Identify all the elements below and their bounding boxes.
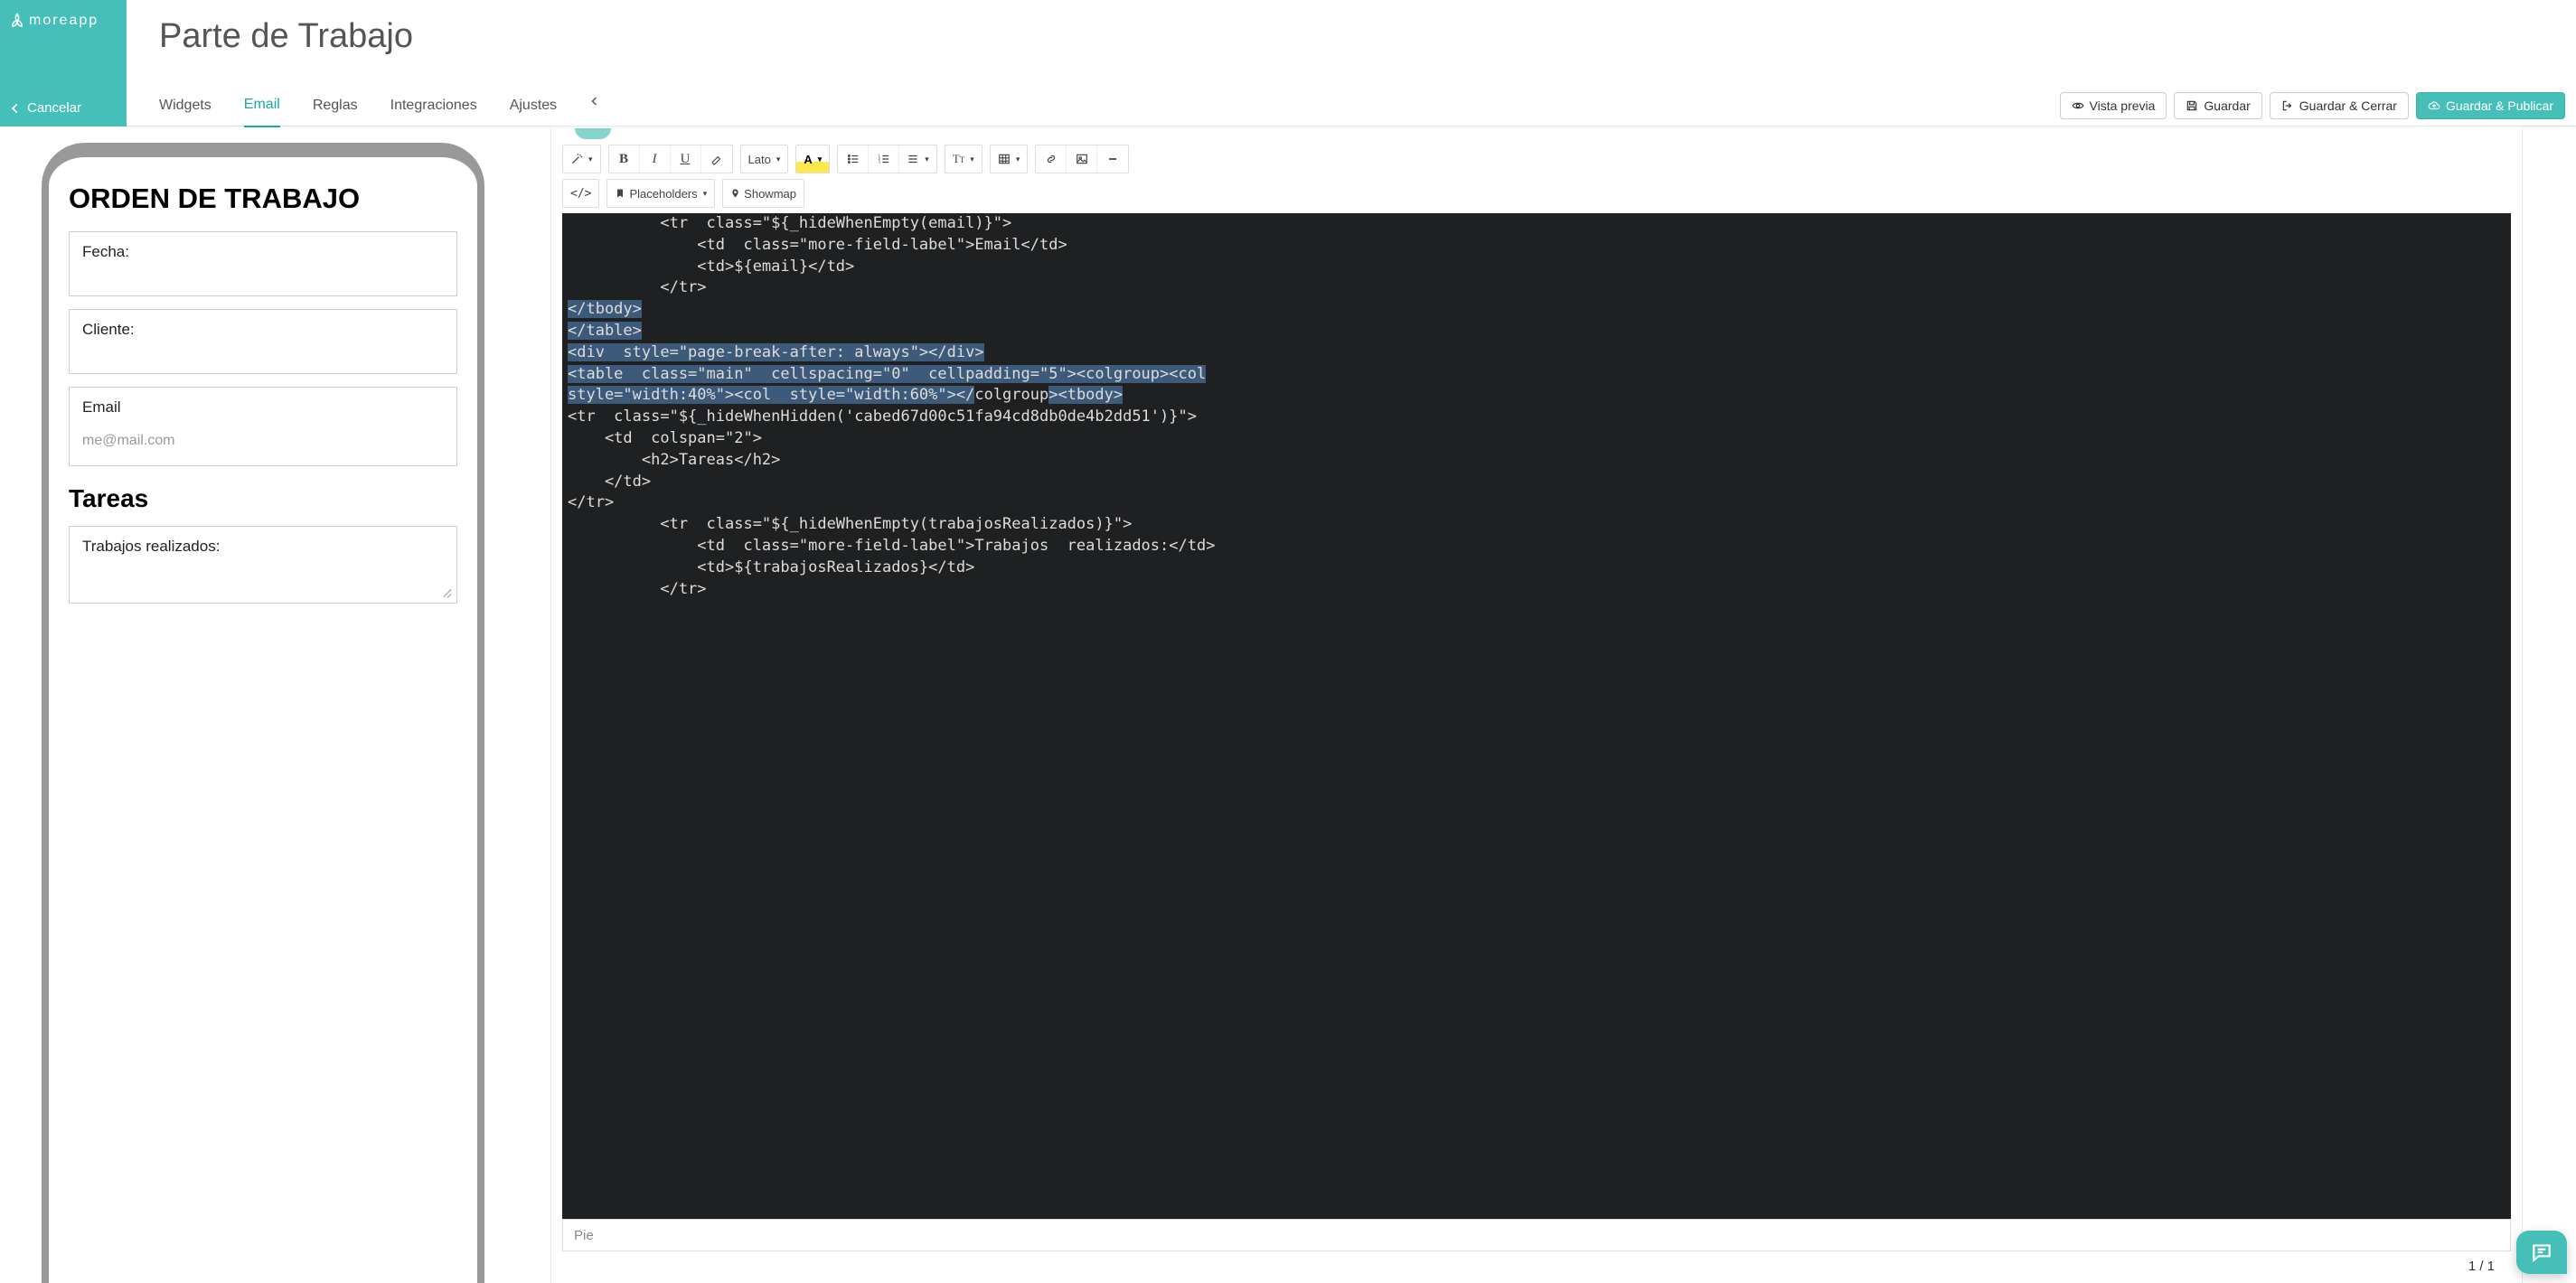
bookmark-icon: [615, 188, 625, 199]
underline-button[interactable]: U: [671, 145, 701, 173]
nav-tabs: Widgets Email Reglas Integraciones Ajust…: [159, 90, 600, 121]
resize-grip-icon[interactable]: [440, 586, 451, 597]
preview-button[interactable]: Vista previa: [2060, 92, 2167, 119]
tab-widgets[interactable]: Widgets: [159, 98, 212, 126]
footer-placeholder: Pie: [574, 1228, 594, 1243]
tab-email[interactable]: Email: [244, 97, 280, 127]
arrow-left-icon: [9, 102, 22, 115]
chat-icon: [2530, 1241, 2553, 1264]
svg-text:3: 3: [878, 160, 880, 164]
editor-page: ▾ B I U Lato▾: [551, 126, 2522, 1283]
italic-button[interactable]: I: [640, 145, 671, 173]
chat-launcher-button[interactable]: [2516, 1231, 2567, 1274]
phone-frame: ORDEN DE TRABAJO Fecha: Cliente: Email m…: [42, 143, 484, 1283]
nav-collapse-button[interactable]: [589, 92, 600, 118]
save-close-button[interactable]: Guardar & Cerrar: [2270, 92, 2409, 119]
pagination-text: 1 / 1: [2468, 1259, 2495, 1274]
editor-column: ▾ B I U Lato▾: [533, 126, 2576, 1283]
list-ol-icon: 123: [878, 153, 890, 165]
page-title: Parte de Trabajo: [159, 17, 413, 56]
eye-icon: [2072, 99, 2084, 112]
bold-button[interactable]: B: [609, 145, 640, 173]
eraser-icon: [710, 153, 723, 165]
editor-toolbar: ▾ B I U Lato▾: [562, 139, 2511, 179]
paragraph-button[interactable]: ▾: [899, 145, 936, 173]
table-icon: [998, 153, 1011, 165]
unordered-list-button[interactable]: [838, 145, 869, 173]
link-button[interactable]: [1036, 145, 1067, 173]
magic-wand-button[interactable]: ▾: [563, 145, 600, 173]
ordered-list-button[interactable]: 123: [869, 145, 899, 173]
caret-down-icon: ▾: [588, 155, 593, 164]
tab-rules[interactable]: Reglas: [313, 98, 358, 126]
link-icon: [1045, 153, 1058, 165]
form-heading: ORDEN DE TRABAJO: [69, 183, 457, 215]
save-button[interactable]: Guardar: [2174, 92, 2261, 119]
caret-down-icon: ▾: [925, 155, 929, 164]
caret-down-icon: ▾: [703, 189, 708, 199]
title-bar: Parte de Trabajo: [127, 0, 2576, 72]
caret-down-icon: ▾: [818, 155, 823, 164]
caret-down-icon: ▾: [776, 155, 781, 164]
map-pin-icon: [730, 187, 740, 200]
list-ul-icon: [847, 153, 860, 165]
cloud-upload-icon: [2428, 99, 2440, 112]
code-editor[interactable]: <tr class="${_hideWhenEmpty(email)}"> <t…: [562, 213, 2511, 1219]
clear-format-button[interactable]: [701, 145, 732, 173]
font-color-button[interactable]: A▾: [796, 145, 829, 173]
form-field-cliente-label: Cliente:: [82, 321, 444, 339]
brand-logo: moreapp: [9, 13, 118, 29]
nav-actions: Vista previa Guardar Guardar & Cerrar Gu…: [2060, 92, 2565, 119]
image-button[interactable]: [1067, 145, 1097, 173]
leaf-icon: [9, 13, 25, 29]
pagination: 1 / 1: [562, 1251, 2511, 1283]
form-field-trabajos-label: Trabajos realizados:: [82, 538, 444, 556]
font-size-button[interactable]: TT▾: [945, 145, 982, 173]
form-field-trabajos[interactable]: Trabajos realizados:: [69, 526, 457, 604]
form-field-fecha[interactable]: Fecha:: [69, 231, 457, 296]
placeholders-button[interactable]: Placeholders ▾: [607, 180, 714, 207]
caret-down-icon: ▾: [1016, 155, 1020, 164]
nav-bar: Widgets Email Reglas Integraciones Ajust…: [127, 85, 2576, 126]
cancel-button[interactable]: Cancelar: [9, 100, 118, 116]
code-view-button[interactable]: </>: [563, 180, 598, 207]
main-area: ORDEN DE TRABAJO Fecha: Cliente: Email m…: [0, 126, 2576, 1283]
showmap-button[interactable]: Showmap: [723, 180, 804, 207]
minus-icon: [1106, 153, 1119, 165]
table-button[interactable]: ▾: [991, 145, 1028, 173]
form-field-email-placeholder: me@mail.com: [82, 433, 444, 449]
save-icon: [2186, 99, 2198, 112]
form-field-email[interactable]: Email me@mail.com: [69, 387, 457, 466]
cancel-label: Cancelar: [27, 100, 81, 116]
tab-integrations[interactable]: Integraciones: [390, 98, 477, 126]
footer-input[interactable]: Pie: [562, 1219, 2511, 1251]
form-preview-column: ORDEN DE TRABAJO Fecha: Cliente: Email m…: [0, 126, 533, 1283]
image-icon: [1076, 153, 1088, 165]
exit-icon: [2281, 99, 2294, 112]
form-field-fecha-label: Fecha:: [82, 243, 444, 261]
form-field-email-label: Email: [82, 398, 444, 417]
font-family-select[interactable]: Lato▾: [741, 145, 788, 173]
form-section-tareas: Tareas: [69, 484, 457, 513]
magic-wand-icon: [570, 153, 583, 165]
align-icon: [907, 153, 919, 165]
caret-down-icon: ▾: [970, 155, 974, 164]
hr-button[interactable]: [1097, 145, 1128, 173]
save-publish-button[interactable]: Guardar & Publicar: [2416, 92, 2565, 119]
chevron-left-icon: [589, 96, 600, 107]
editor-header-decor: [562, 126, 2511, 139]
editor-toolbar-row2: </> Placeholders ▾ Showmap: [562, 179, 2511, 213]
brand-sidebar: moreapp Cancelar: [0, 0, 127, 126]
brand-name: moreapp: [29, 13, 99, 29]
tab-settings[interactable]: Ajustes: [510, 98, 557, 126]
form-field-cliente[interactable]: Cliente:: [69, 309, 457, 374]
